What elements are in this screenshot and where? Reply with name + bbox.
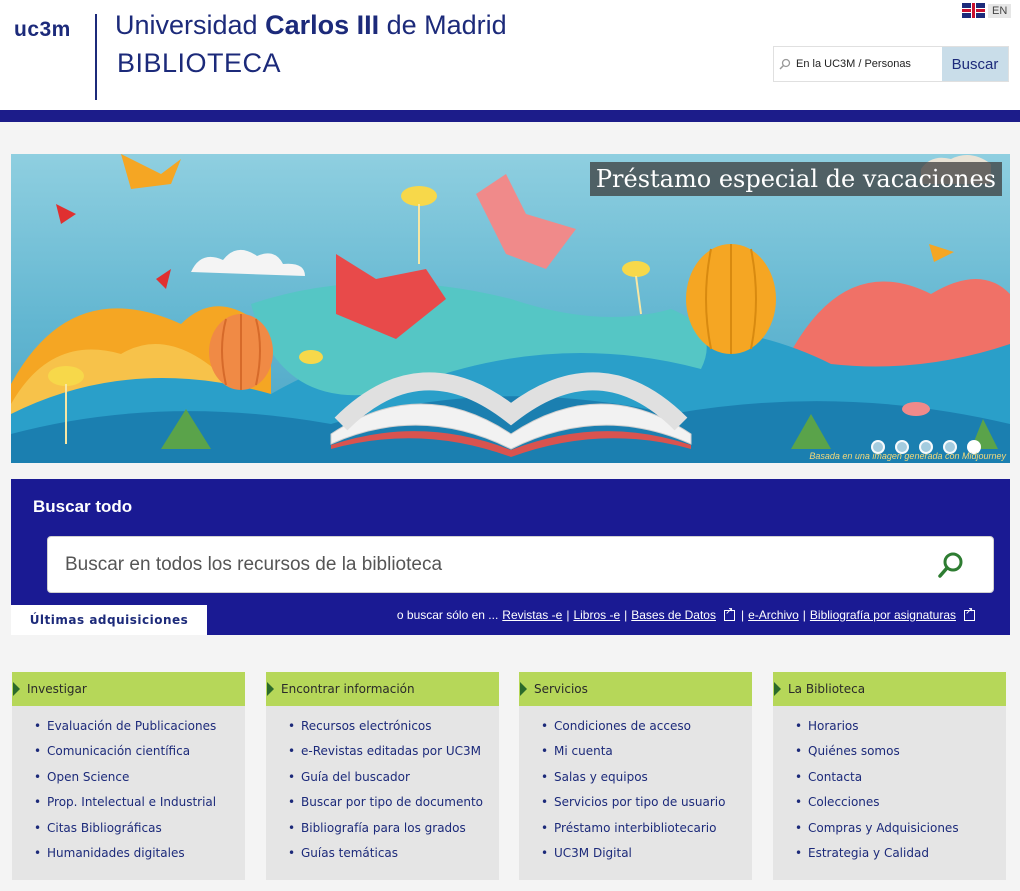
- external-link-icon: [723, 606, 735, 621]
- search-title: Buscar todo: [33, 497, 133, 516]
- link-libros-e[interactable]: Libros -e: [573, 608, 620, 622]
- menu-la-biblioteca: La Biblioteca Horarios Quiénes somos Con…: [773, 672, 1006, 880]
- menu-item[interactable]: Salas y equipos: [541, 770, 752, 795]
- search-icon[interactable]: [937, 551, 965, 583]
- menu-encontrar: Encontrar información Recursos electróni…: [266, 672, 499, 880]
- menu-header-servicios[interactable]: Servicios: [519, 672, 752, 706]
- menu-item[interactable]: Quiénes somos: [795, 744, 1006, 769]
- site-search-button[interactable]: Buscar: [942, 47, 1008, 81]
- site-header: uc3m Universidad Carlos III de Madrid BI…: [0, 0, 1020, 110]
- menu-item[interactable]: Evaluación de Publicaciones: [34, 719, 245, 744]
- menu-item[interactable]: Humanidades digitales: [34, 846, 245, 871]
- link-bibliografia-asignaturas[interactable]: Bibliografía por asignaturas: [810, 608, 956, 622]
- menu-list: Recursos electrónicos e-Revistas editada…: [266, 706, 499, 871]
- section-title[interactable]: BIBLIOTECA: [117, 48, 281, 79]
- menu-item[interactable]: Bibliografía para los grados: [288, 821, 499, 846]
- site-search: En la UC3M / Personas Buscar: [773, 46, 1009, 82]
- logo-divider: [95, 14, 97, 100]
- menu-item[interactable]: e-Revistas editadas por UC3M: [288, 744, 499, 769]
- menu-item[interactable]: Servicios por tipo de usuario: [541, 795, 752, 820]
- menu-header-encontrar[interactable]: Encontrar información: [266, 672, 499, 706]
- menu-list: Evaluación de Publicaciones Comunicación…: [12, 706, 245, 871]
- menu-item[interactable]: Préstamo interbibliotecario: [541, 821, 752, 846]
- external-link-icon: [964, 606, 975, 621]
- menu-item[interactable]: Comunicación científica: [34, 744, 245, 769]
- menu-item[interactable]: Mi cuenta: [541, 744, 752, 769]
- image-credit: Basada en una imagen generada con Midjou…: [809, 451, 1006, 461]
- menu-header-la-biblioteca[interactable]: La Biblioteca: [773, 672, 1006, 706]
- search-icon: [774, 47, 796, 81]
- menu-item[interactable]: Estrategia y Calidad: [795, 846, 1006, 871]
- hero-banner[interactable]: Préstamo especial de vacaciones Basada e…: [11, 154, 1010, 463]
- menu-list: Condiciones de acceso Mi cuenta Salas y …: [519, 706, 752, 871]
- tab-latest-acquisitions[interactable]: Últimas adquisiciones: [11, 605, 207, 635]
- search-placeholder: Buscar en todos los recursos de la bibli…: [65, 554, 443, 575]
- university-name-pre: Universidad: [115, 10, 266, 40]
- university-name-post: de Madrid: [379, 10, 507, 40]
- language-label[interactable]: EN: [988, 3, 1012, 18]
- menu-item[interactable]: Guía del buscador: [288, 770, 499, 795]
- menu-item[interactable]: Open Science: [34, 770, 245, 795]
- university-name[interactable]: Universidad Carlos III de Madrid: [115, 10, 507, 41]
- university-name-bold: Carlos III: [265, 10, 380, 40]
- menu-item[interactable]: Horarios: [795, 719, 1006, 744]
- search-all-panel: Buscar todo Buscar en todos los recursos…: [11, 479, 1010, 635]
- menu-item[interactable]: Recursos electrónicos: [288, 719, 499, 744]
- menu-list: Horarios Quiénes somos Contacta Coleccio…: [773, 706, 1006, 871]
- header-blue-bar: [0, 110, 1020, 122]
- menu-header-investigar[interactable]: Investigar: [12, 672, 245, 706]
- menu-item[interactable]: Guías temáticas: [288, 846, 499, 871]
- menu-item[interactable]: Colecciones: [795, 795, 1006, 820]
- site-search-input[interactable]: En la UC3M / Personas: [796, 47, 942, 81]
- uc3m-logo[interactable]: uc3m: [14, 18, 71, 42]
- search-all-input[interactable]: Buscar en todos los recursos de la bibli…: [47, 536, 994, 593]
- menu-item[interactable]: Citas Bibliográficas: [34, 821, 245, 846]
- menu-item[interactable]: Buscar por tipo de documento: [288, 795, 499, 820]
- menu-servicios: Servicios Condiciones de acceso Mi cuent…: [519, 672, 752, 880]
- banner-caption[interactable]: Préstamo especial de vacaciones: [589, 162, 1002, 196]
- menu-item[interactable]: UC3M Digital: [541, 846, 752, 871]
- search-only-in-prefix: o buscar sólo en ...: [396, 608, 499, 622]
- link-bases-de-datos[interactable]: Bases de Datos: [631, 608, 716, 622]
- link-revistas-e[interactable]: Revistas -e: [502, 608, 562, 622]
- menu-investigar: Investigar Evaluación de Publicaciones C…: [12, 672, 245, 880]
- menu-item[interactable]: Contacta: [795, 770, 1006, 795]
- language-switch[interactable]: EN: [962, 3, 1012, 18]
- search-only-in: o buscar sólo en ... Revistas -e | Libros…: [396, 606, 977, 622]
- uk-flag-icon[interactable]: [962, 3, 985, 18]
- menu-item[interactable]: Prop. Intelectual e Industrial: [34, 795, 245, 820]
- menu-item[interactable]: Compras y Adquisiciones: [795, 821, 1006, 846]
- link-e-archivo[interactable]: e-Archivo: [748, 608, 799, 622]
- banner-illustration: [11, 154, 1010, 463]
- menu-item[interactable]: Condiciones de acceso: [541, 719, 752, 744]
